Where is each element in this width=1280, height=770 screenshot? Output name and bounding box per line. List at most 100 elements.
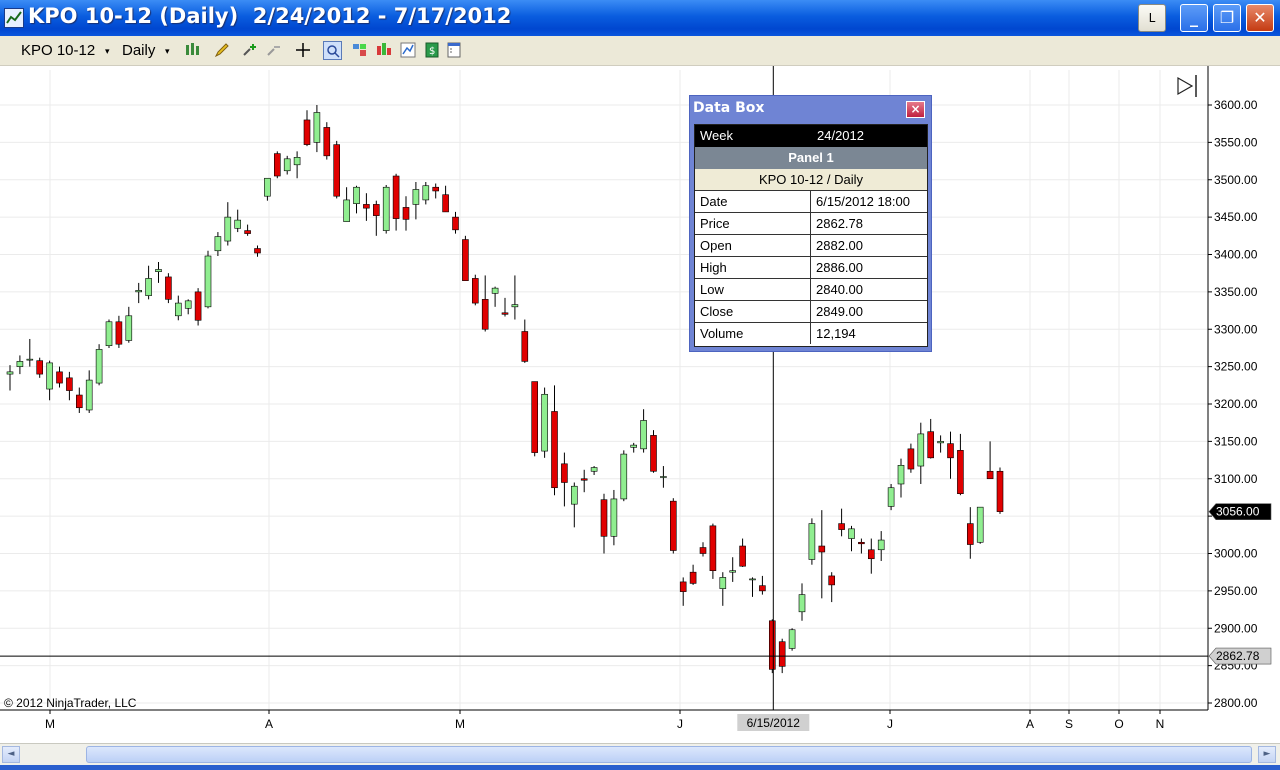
scroll-right-button[interactable]: ► [1258, 746, 1276, 763]
data-box-content: Week 24/2012 Panel 1 KPO 10-12 / Daily D… [694, 124, 928, 347]
candle-body [382, 186, 390, 231]
candle-body [353, 186, 360, 204]
x-tick-label: M [45, 717, 55, 731]
candle-body [56, 371, 63, 384]
scroll-thumb[interactable] [86, 746, 1252, 763]
row-value: 2886.00 [816, 260, 863, 275]
candle-body [6, 371, 14, 375]
x-tick-label: N [1156, 717, 1165, 731]
candle-body [699, 547, 707, 554]
crosshair-icon[interactable] [295, 42, 311, 58]
data-box-window[interactable]: Data Box × Week 24/2012 Panel 1 KPO 10-1… [689, 95, 932, 352]
window-title: KPO 10-12 (Daily) 2/24/2012 - 7/17/2012 [28, 4, 512, 28]
interval-selector[interactable]: Daily [122, 42, 155, 59]
minimize-button[interactable]: _ [1180, 4, 1208, 32]
candle-body [927, 431, 935, 459]
data-box-row: Price 2862.78 [695, 213, 927, 235]
candle-body [729, 570, 737, 573]
candle-body [343, 199, 350, 222]
data-box-panel-header: Panel 1 [695, 147, 927, 169]
candle-body [234, 219, 241, 229]
data-box-series-header: KPO 10-12 / Daily [695, 169, 927, 191]
candle-body [66, 377, 73, 391]
candle-body [828, 575, 836, 586]
candle-body [719, 577, 727, 589]
candle-body [432, 186, 440, 192]
candle-body [986, 470, 994, 480]
y-tick-label: 3000.00 [1214, 547, 1258, 561]
order-icon[interactable]: $ [424, 42, 440, 58]
candle-body [759, 585, 766, 592]
instrument-dropdown-icon[interactable]: ▾ [105, 46, 110, 57]
row-separator [810, 257, 811, 278]
properties-icon[interactable] [446, 42, 462, 58]
candle-body [303, 119, 311, 145]
row-separator [810, 301, 811, 322]
data-box-icon[interactable] [323, 41, 342, 60]
row-separator [810, 191, 811, 212]
candlestick-style-icon[interactable] [185, 42, 201, 58]
candle-body [976, 506, 984, 543]
candle-body [244, 230, 251, 234]
candle-body [858, 541, 865, 545]
row-value: 2849.00 [816, 304, 863, 319]
row-separator [810, 213, 811, 234]
candle-body [115, 321, 123, 345]
candle-body [679, 581, 687, 592]
link-button[interactable]: L [1138, 4, 1166, 32]
row-separator [810, 279, 811, 300]
candle-body [887, 487, 895, 507]
candle-body [947, 443, 954, 459]
candle-body [877, 539, 885, 551]
instrument-selector[interactable]: KPO 10-12 [21, 42, 95, 59]
candle-body [264, 177, 271, 197]
candle-body [95, 349, 103, 384]
copyright-text: © 2012 NinjaTrader, LLC [4, 696, 137, 710]
chart-properties-icon[interactable] [400, 42, 416, 58]
data-box-row: Volume 12,194 [695, 323, 927, 345]
horizontal-scrollbar[interactable]: ◄ ► [0, 743, 1280, 766]
candle-body [155, 269, 162, 272]
candle-body [917, 433, 925, 467]
candle-body [867, 549, 875, 560]
maximize-button[interactable]: ❐ [1213, 4, 1241, 32]
week-value: 24/2012 [817, 128, 864, 143]
drawing-pencil-icon[interactable] [214, 42, 230, 58]
data-box-close-button[interactable]: × [906, 101, 925, 118]
y-tick-label: 2800.00 [1214, 696, 1258, 710]
candle-body [957, 450, 964, 495]
candle-body [689, 571, 697, 584]
strategies-icon[interactable] [352, 42, 368, 58]
chart-toolbar: KPO 10-12 ▾ Daily ▾ $ [0, 36, 1280, 66]
row-value: 2862.78 [816, 216, 863, 231]
candle-body [194, 291, 202, 321]
scroll-left-button[interactable]: ◄ [2, 746, 20, 763]
scroll-to-end-icon[interactable] [1177, 75, 1197, 97]
row-key: Volume [700, 326, 744, 341]
candle-body [590, 467, 598, 472]
candle-body [165, 276, 172, 300]
data-box-row: Date 6/15/2012 18:00 [695, 191, 927, 213]
candle-body [372, 204, 380, 216]
row-key: Date [700, 194, 728, 209]
chart-panel[interactable]: 3600.00 3550.00 3500.00 3450.00 3400.00 3350.… [0, 66, 1280, 742]
candle-body [739, 545, 746, 567]
candle-body [630, 444, 638, 448]
candle-body [145, 278, 152, 296]
remove-indicator-icon[interactable] [266, 42, 282, 58]
candle-body [531, 381, 539, 453]
candle-body [937, 441, 944, 444]
interval-dropdown-icon[interactable]: ▾ [165, 46, 170, 57]
candle-body [313, 112, 321, 143]
y-tick-label: 2900.00 [1214, 621, 1258, 635]
add-indicator-icon[interactable] [242, 42, 258, 58]
price-chart[interactable]: 3600.00 3550.00 3500.00 3450.00 3400.00 3350.… [0, 66, 1280, 742]
candle-body [501, 312, 509, 315]
candle-body [204, 255, 212, 308]
candle-body [333, 144, 341, 197]
candle-body [749, 578, 756, 581]
candle-body [184, 300, 192, 309]
candle-body [283, 158, 291, 172]
close-button[interactable]: ✕ [1246, 4, 1274, 32]
chart-style-icon[interactable] [376, 42, 392, 58]
